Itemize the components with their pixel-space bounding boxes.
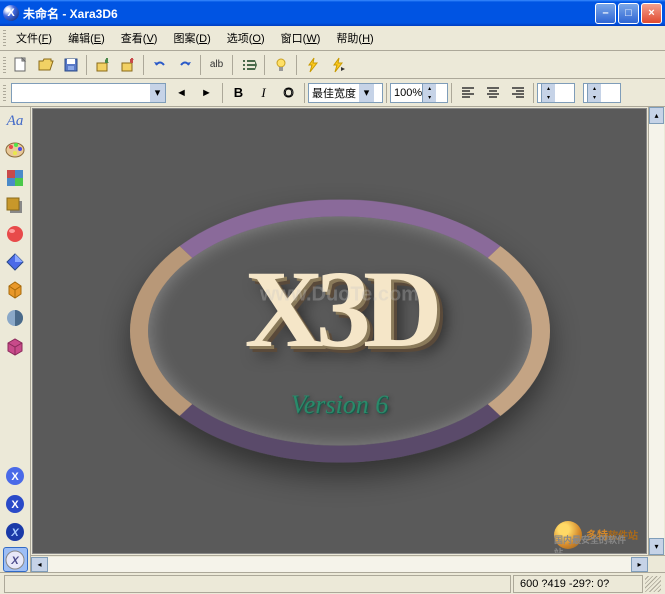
lighting-button[interactable]	[269, 54, 292, 76]
tool-sidebar: Aa X X X X	[0, 107, 31, 572]
titlebar: X 未命名 - Xara3D6 – □ ×	[0, 0, 665, 26]
format-toolbar: ▾ ◄ ► B I O 最佳宽度▾ 100%▴▾ ▴▾ ▴▾	[0, 79, 665, 107]
status-coords: 600 ?419 -29?: 0?	[513, 575, 643, 593]
save-button[interactable]	[59, 54, 82, 76]
open-button[interactable]	[34, 54, 57, 76]
menu-e[interactable]: 编辑(E)	[60, 28, 113, 48]
export-button[interactable]	[116, 54, 139, 76]
duote-badge: 多特软件站 国内最安全的软件站	[554, 521, 638, 549]
font-prev-button[interactable]: ◄	[170, 82, 193, 104]
font-next-button[interactable]: ►	[195, 82, 218, 104]
undo-button[interactable]	[148, 54, 171, 76]
font-dropdown[interactable]: ▾	[11, 83, 166, 103]
menubar: 文件(F)编辑(E)查看(V)图案(D)选项(O)窗口(W)帮助(H)	[0, 26, 665, 51]
extrude-tool[interactable]	[3, 277, 28, 302]
scrollbar-vertical[interactable]: ▴ ▾	[648, 107, 665, 555]
maximize-button[interactable]: □	[618, 3, 639, 24]
menu-d[interactable]: 图案(D)	[165, 28, 218, 48]
menu-f[interactable]: 文件(F)	[8, 28, 60, 48]
x-preset-1[interactable]: X	[3, 463, 28, 488]
menu-v[interactable]: 查看(V)	[113, 28, 166, 48]
texture-tool[interactable]	[3, 165, 28, 190]
status-message	[4, 575, 511, 593]
x-preset-2[interactable]: X	[3, 491, 28, 516]
x-preset-4[interactable]: X	[3, 547, 28, 572]
canvas[interactable]: X3D Version 6 www.DuoTe.com 多特软件站 国内最安全的…	[32, 108, 647, 554]
align-center-button[interactable]	[481, 82, 504, 104]
statusbar: 600 ?419 -29?: 0?	[0, 572, 665, 594]
shading-tool[interactable]	[3, 305, 28, 330]
menu-h[interactable]: 帮助(H)	[328, 28, 381, 48]
svg-text:X: X	[11, 499, 19, 511]
logo-main-text: X3D	[245, 254, 435, 364]
minimize-button[interactable]: –	[595, 3, 616, 24]
bevel-tool[interactable]	[3, 249, 28, 274]
scrollbar-horizontal[interactable]: ◂ ▸	[31, 555, 665, 572]
align-left-button[interactable]	[456, 82, 479, 104]
outline-button[interactable]: O	[277, 82, 300, 104]
svg-text:X: X	[11, 471, 19, 483]
spinner1[interactable]: ▴▾	[537, 83, 575, 103]
list-button[interactable]	[237, 54, 260, 76]
align-right-button[interactable]	[506, 82, 529, 104]
text-style-tool[interactable]: Aa	[3, 109, 28, 134]
import-button[interactable]	[91, 54, 114, 76]
format-toolbar-handle[interactable]	[0, 85, 8, 101]
spinner2[interactable]: ▴▾	[583, 83, 621, 103]
logo-sub-text: Version 6	[291, 390, 389, 420]
window-title: 未命名 - Xara3D6	[23, 5, 595, 22]
menu-w[interactable]: 窗口(W)	[273, 28, 329, 48]
menu-o[interactable]: 选项(O)	[219, 28, 273, 48]
resize-grip[interactable]	[645, 576, 661, 592]
logo-3d: X3D Version 6	[130, 191, 550, 471]
new-button[interactable]	[9, 54, 32, 76]
shadow-tool[interactable]	[3, 193, 28, 218]
bold-button[interactable]: B	[227, 82, 250, 104]
main-toolbar: alb	[0, 51, 665, 79]
fit-combo[interactable]: 最佳宽度▾	[308, 83, 383, 103]
app-icon: X	[3, 5, 19, 21]
zoom-combo[interactable]: 100%▴▾	[390, 83, 448, 103]
redo-button[interactable]	[173, 54, 196, 76]
toolbar-handle[interactable]	[0, 57, 8, 73]
text-tool-button[interactable]: alb	[205, 54, 228, 76]
menubar-handle[interactable]	[0, 28, 8, 48]
close-button[interactable]: ×	[641, 3, 662, 24]
sphere-tool[interactable]	[3, 221, 28, 246]
x-preset-3[interactable]: X	[3, 519, 28, 544]
animation-bolt-button[interactable]	[301, 54, 324, 76]
svg-text:X: X	[10, 555, 19, 567]
color-palette-tool[interactable]	[3, 137, 28, 162]
svg-text:X: X	[10, 527, 19, 539]
animation-play-button[interactable]	[326, 54, 349, 76]
italic-button[interactable]: I	[252, 82, 275, 104]
box3d-tool[interactable]	[3, 333, 28, 358]
